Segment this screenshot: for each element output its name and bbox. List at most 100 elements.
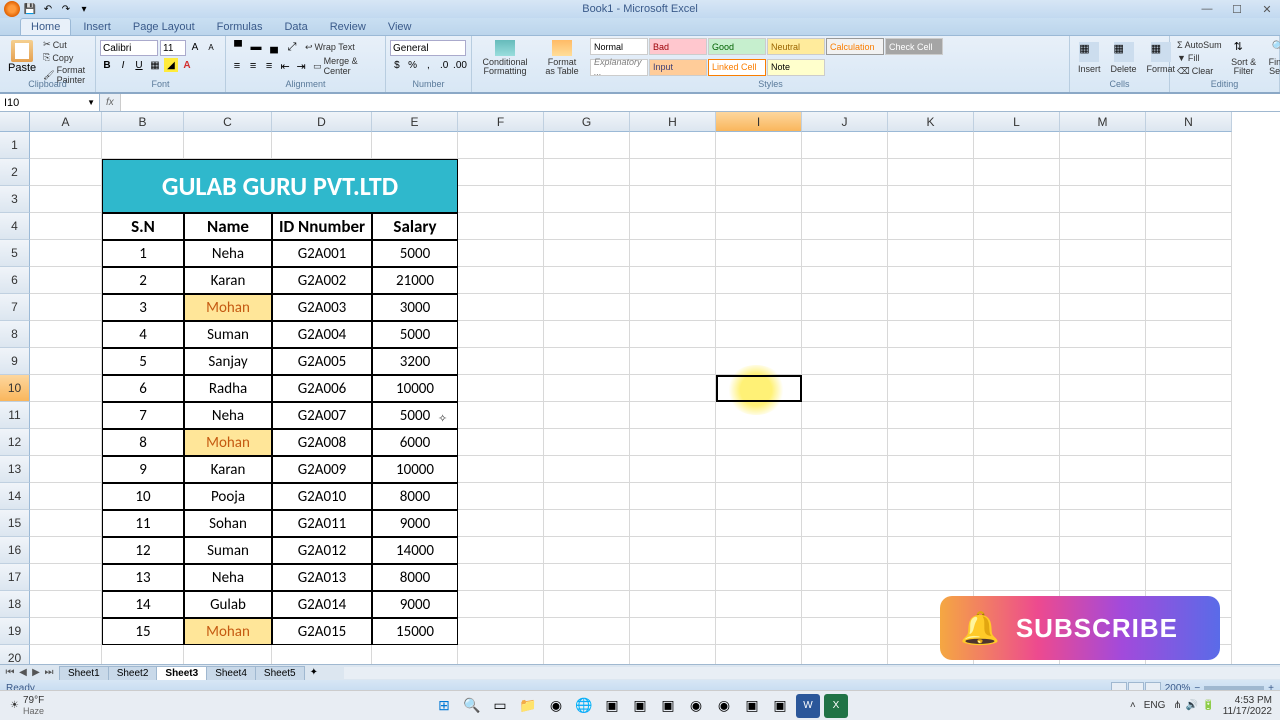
col-header-F[interactable]: F [458,112,544,132]
cell-G7[interactable] [544,294,630,321]
cell-F14[interactable] [458,483,544,510]
data-cell-r5-c2[interactable]: G2A005 [272,348,372,375]
data-cell-r8-c0[interactable]: 8 [102,429,184,456]
data-cell-r11-c1[interactable]: Sohan [184,510,272,537]
cell-F20[interactable] [458,645,544,664]
maximize-button[interactable]: ☐ [1226,2,1248,16]
cell-A10[interactable] [30,375,102,402]
row-header-11[interactable]: 11 [0,402,30,429]
data-cell-r7-c2[interactable]: G2A007 [272,402,372,429]
data-cell-r1-c0[interactable]: 1 [102,240,184,267]
indent-dec-icon[interactable]: ⇤ [278,59,292,73]
autosum-button[interactable]: ΣAutoSum [1174,39,1225,51]
cell-F4[interactable] [458,213,544,240]
volume-icon[interactable]: 🔊 [1186,700,1198,711]
cell-H2[interactable] [630,159,716,186]
cell-K8[interactable] [888,321,974,348]
cell-F7[interactable] [458,294,544,321]
row-header-5[interactable]: 5 [0,240,30,267]
font-name-select[interactable] [100,40,158,56]
cell-A15[interactable] [30,510,102,537]
col-header-E[interactable]: E [372,112,458,132]
cell-L13[interactable] [974,456,1060,483]
cell-I1[interactable] [716,132,802,159]
cell-G12[interactable] [544,429,630,456]
cell-F11[interactable] [458,402,544,429]
cell-I7[interactable] [716,294,802,321]
copy-button[interactable]: ⎘Copy [40,51,91,64]
border-button[interactable]: ▦ [148,58,162,72]
cell-A8[interactable] [30,321,102,348]
cell-H15[interactable] [630,510,716,537]
col-header-N[interactable]: N [1146,112,1232,132]
cell-K11[interactable] [888,402,974,429]
number-format-select[interactable] [390,40,466,56]
grow-font-icon[interactable]: A [188,40,202,54]
header-sn[interactable]: S.N [102,213,184,240]
excel-icon[interactable]: X [824,694,848,718]
edge-icon[interactable]: 🌐 [572,694,596,718]
row-header-14[interactable]: 14 [0,483,30,510]
cell-H7[interactable] [630,294,716,321]
cell-A7[interactable] [30,294,102,321]
cell-I12[interactable] [716,429,802,456]
cell-F17[interactable] [458,564,544,591]
cell-J7[interactable] [802,294,888,321]
data-cell-r2-c1[interactable]: Karan [184,267,272,294]
data-cell-r13-c1[interactable]: Neha [184,564,272,591]
cell-L14[interactable] [974,483,1060,510]
cell-G20[interactable] [544,645,630,664]
dec-decimal-icon[interactable]: .00 [453,58,467,72]
wifi-icon[interactable]: ⋔ [1173,700,1181,711]
align-middle-icon[interactable]: ▬ [248,40,264,54]
cell-J3[interactable] [802,186,888,213]
cell-I5[interactable] [716,240,802,267]
cell-M6[interactable] [1060,267,1146,294]
name-box[interactable]: ▼ [0,94,100,111]
data-cell-r2-c0[interactable]: 2 [102,267,184,294]
data-cell-r9-c0[interactable]: 9 [102,456,184,483]
style-checkcell[interactable]: Check Cell [885,38,943,55]
cell-K7[interactable] [888,294,974,321]
bold-button[interactable]: B [100,58,114,72]
cell-N8[interactable] [1146,321,1232,348]
cell-G15[interactable] [544,510,630,537]
cell-N13[interactable] [1146,456,1232,483]
cell-K17[interactable] [888,564,974,591]
cell-F15[interactable] [458,510,544,537]
sheet-first-icon[interactable]: ⏮ [4,667,16,678]
cell-G17[interactable] [544,564,630,591]
sheet-prev-icon[interactable]: ◀ [17,667,29,678]
cell-J1[interactable] [802,132,888,159]
data-cell-r4-c0[interactable]: 4 [102,321,184,348]
app-icon-6[interactable]: ▣ [768,694,792,718]
fx-icon[interactable]: fx [100,97,120,108]
tab-review[interactable]: Review [320,19,376,35]
cell-N5[interactable] [1146,240,1232,267]
cell-F5[interactable] [458,240,544,267]
search-icon[interactable]: 🔍 [460,694,484,718]
cell-J6[interactable] [802,267,888,294]
data-cell-r2-c2[interactable]: G2A002 [272,267,372,294]
chrome-icon[interactable]: ◉ [684,694,708,718]
cell-A11[interactable] [30,402,102,429]
underline-button[interactable]: U [132,58,146,72]
cell-N2[interactable] [1146,159,1232,186]
battery-icon[interactable]: 🔋 [1202,700,1214,711]
cell-A9[interactable] [30,348,102,375]
cell-H9[interactable] [630,348,716,375]
cell-H20[interactable] [630,645,716,664]
explorer-icon[interactable]: 📁 [516,694,540,718]
data-cell-r5-c3[interactable]: 3200 [372,348,458,375]
cell-J5[interactable] [802,240,888,267]
qat-dropdown-icon[interactable]: ▾ [76,1,92,17]
cell-J4[interactable] [802,213,888,240]
data-cell-r4-c3[interactable]: 5000 [372,321,458,348]
cell-J16[interactable] [802,537,888,564]
header-salary[interactable]: Salary [372,213,458,240]
tab-page-layout[interactable]: Page Layout [123,19,205,35]
cell-G2[interactable] [544,159,630,186]
col-header-L[interactable]: L [974,112,1060,132]
style-explanatory[interactable]: Explanatory ... [590,59,648,76]
cell-F13[interactable] [458,456,544,483]
